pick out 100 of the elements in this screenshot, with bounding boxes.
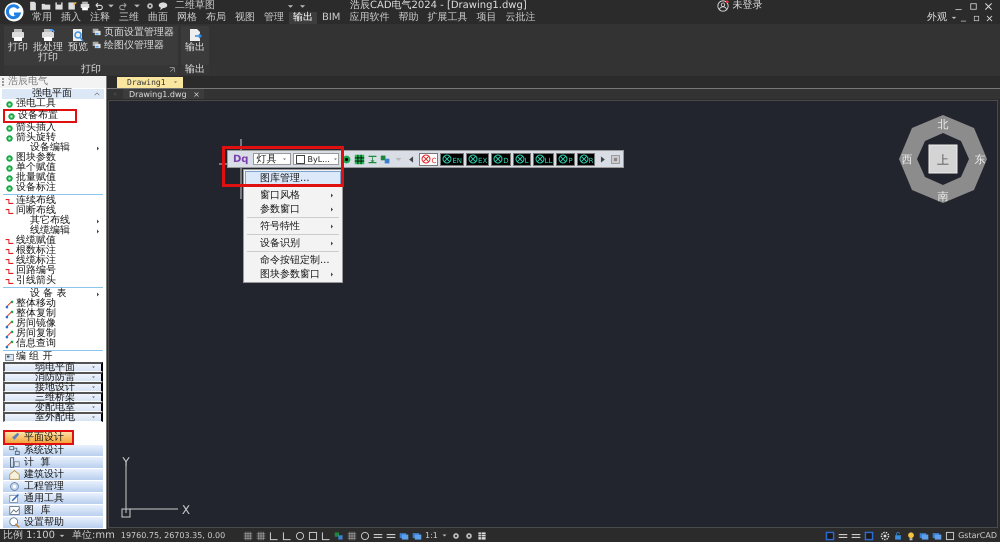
section-header[interactable]: 消防防雷 xyxy=(3,372,103,382)
save-as-icon[interactable] xyxy=(67,1,77,11)
menu-item[interactable]: 箭头旋转 xyxy=(0,133,106,143)
windows-icon[interactable] xyxy=(932,530,942,540)
section-header[interactable]: 变配电室 xyxy=(3,402,103,412)
ribbon-tab[interactable]: 帮助 xyxy=(394,12,422,24)
menu-item[interactable]: 设备布置 xyxy=(3,109,77,123)
close-icon[interactable] xyxy=(192,90,200,98)
ribbon-tab[interactable]: 网格 xyxy=(173,12,201,24)
close-icon[interactable] xyxy=(983,0,994,12)
settings-icon[interactable] xyxy=(880,530,890,540)
nav-button[interactable]: 系统设计 xyxy=(3,445,103,457)
menu-item[interactable]: 图块参数 xyxy=(0,153,106,163)
ribbon-tab[interactable]: 常用 xyxy=(28,12,56,24)
menu-item[interactable]: 箭头插入 xyxy=(0,123,106,133)
user-button[interactable]: 未登录 xyxy=(717,0,762,12)
menu-item[interactable]: 设备识别 xyxy=(245,236,341,250)
cube-face-label[interactable]: 上 xyxy=(937,153,949,167)
ribbon-tab[interactable]: 三维 xyxy=(115,12,143,24)
windows-icon[interactable] xyxy=(919,530,930,540)
circle-icon[interactable] xyxy=(360,530,370,540)
menu-item[interactable]: 线缆标注 xyxy=(0,256,106,266)
restore-icon[interactable] xyxy=(972,14,981,22)
menu-item[interactable]: 设 备 表 xyxy=(0,289,106,299)
bulb-icon[interactable] xyxy=(906,530,916,540)
fullscreen-icon[interactable] xyxy=(945,530,956,540)
ribbon-tab[interactable]: 输出 xyxy=(289,12,317,24)
nav-button[interactable]: 平面设计 xyxy=(3,430,74,445)
menu-item[interactable]: 设备编辑 xyxy=(0,143,106,153)
menu-item[interactable]: 其它布线 xyxy=(0,216,106,226)
ribbon-button[interactable]: 批处理打印 xyxy=(32,28,64,63)
section-header[interactable]: 室外配电 xyxy=(3,412,103,422)
target-icon[interactable] xyxy=(341,154,352,164)
ribbon-tab[interactable]: 云批注 xyxy=(501,12,540,24)
menu-item[interactable]: 线缆赋值 xyxy=(0,236,106,246)
undo-icon[interactable] xyxy=(93,1,103,11)
ribbon-tab[interactable]: 管理 xyxy=(260,12,288,24)
ribbon-button[interactable]: 预览 xyxy=(68,28,88,53)
menu-item[interactable]: 连续布线 xyxy=(0,196,106,206)
menu-item[interactable]: 设备标注 xyxy=(0,183,106,193)
menu-item[interactable]: 信息查询 xyxy=(0,339,106,349)
ribbon-tab[interactable]: 项目 xyxy=(472,12,500,24)
table-icon[interactable] xyxy=(476,530,487,540)
ribbon-button[interactable]: 绘图仪管理器 xyxy=(92,41,174,51)
menu-item[interactable]: 整体复制 xyxy=(0,309,106,319)
ribbon-button[interactable]: 打印 xyxy=(8,28,28,53)
nav-button[interactable]: 工程管理 xyxy=(3,481,103,493)
blocks-icon[interactable] xyxy=(380,154,392,164)
file-tab[interactable]: Drawing1 xyxy=(117,77,183,88)
drawing-tab[interactable]: Drawing1.dwg xyxy=(123,89,204,99)
menu-item[interactable]: 命令按钮定制... xyxy=(245,253,341,267)
nav-button[interactable]: 图 库 xyxy=(3,505,103,517)
layer-dropdown[interactable]: ByL... xyxy=(293,153,340,165)
viewport-icon[interactable] xyxy=(864,530,874,540)
appearance-menu[interactable]: 外观 xyxy=(927,12,958,24)
annotation-scale-menu[interactable]: 1:1 xyxy=(425,530,448,542)
ribbon-tab[interactable]: 曲面 xyxy=(144,12,172,24)
polar-icon[interactable] xyxy=(295,530,305,540)
section-header[interactable]: 强电平面 xyxy=(2,89,104,99)
category-dropdown[interactable]: 灯具 xyxy=(253,153,292,165)
menu-item[interactable]: 批量赋值 xyxy=(0,173,106,183)
print-icon[interactable] xyxy=(80,1,90,11)
menu-item[interactable]: 单个赋值 xyxy=(0,163,106,173)
ribbon-button[interactable]: 输出 xyxy=(185,28,205,53)
angle-icon[interactable] xyxy=(321,530,331,540)
menu-item[interactable]: 编 组 开 xyxy=(0,352,106,362)
menu-item[interactable]: 窗口风格 xyxy=(245,188,341,202)
ribbon-tab[interactable]: 插入 xyxy=(57,12,85,24)
menu-item[interactable]: 参数窗口 xyxy=(245,202,341,216)
ribbon-tab[interactable]: BIM xyxy=(318,12,344,24)
ribbon-button[interactable]: 页面设置管理器 xyxy=(92,28,174,38)
section-header[interactable]: 弱电平面 xyxy=(3,362,103,372)
ribbon-tab[interactable]: 注释 xyxy=(86,12,114,24)
close-icon[interactable] xyxy=(985,14,994,22)
model-icon[interactable] xyxy=(825,530,836,540)
blocks-icon[interactable] xyxy=(334,530,344,540)
nav-button[interactable]: 通用工具 xyxy=(3,493,103,505)
nav-button[interactable]: 建筑设计 xyxy=(3,469,103,481)
menu-item[interactable]: 符号特性 xyxy=(245,219,341,233)
ribbon-tab[interactable]: 视图 xyxy=(231,12,259,24)
maximize-icon[interactable] xyxy=(968,0,979,12)
section-header[interactable]: 接地设计 xyxy=(3,382,103,392)
nav-button[interactable]: 计 算 xyxy=(3,457,103,469)
ribbon-tab[interactable]: 应用软件 xyxy=(345,12,394,24)
dialog-launcher-icon[interactable] xyxy=(168,66,176,74)
menu-item[interactable]: 图库管理... xyxy=(245,171,341,185)
redo-icon[interactable] xyxy=(119,1,129,11)
ribbon-tab[interactable]: 扩展工具 xyxy=(423,12,472,24)
grid-icon[interactable] xyxy=(354,154,366,164)
menu-item[interactable]: 回路编号 xyxy=(0,266,106,276)
menu-item[interactable]: 强电工具 xyxy=(0,99,106,109)
chat-icon[interactable] xyxy=(158,1,168,11)
menu-item[interactable]: 线缆编辑 xyxy=(0,226,106,236)
lock-icon[interactable] xyxy=(893,530,904,540)
save-icon[interactable] xyxy=(54,1,64,11)
section-header[interactable]: 三维桥架 xyxy=(3,392,103,402)
menu-item[interactable]: 根数标注 xyxy=(0,246,106,256)
menu-item[interactable]: 图块参数窗口 xyxy=(245,267,341,281)
menu-item[interactable]: 整体移动 xyxy=(0,299,106,309)
menu-item[interactable]: 引线箭头 xyxy=(0,276,106,286)
